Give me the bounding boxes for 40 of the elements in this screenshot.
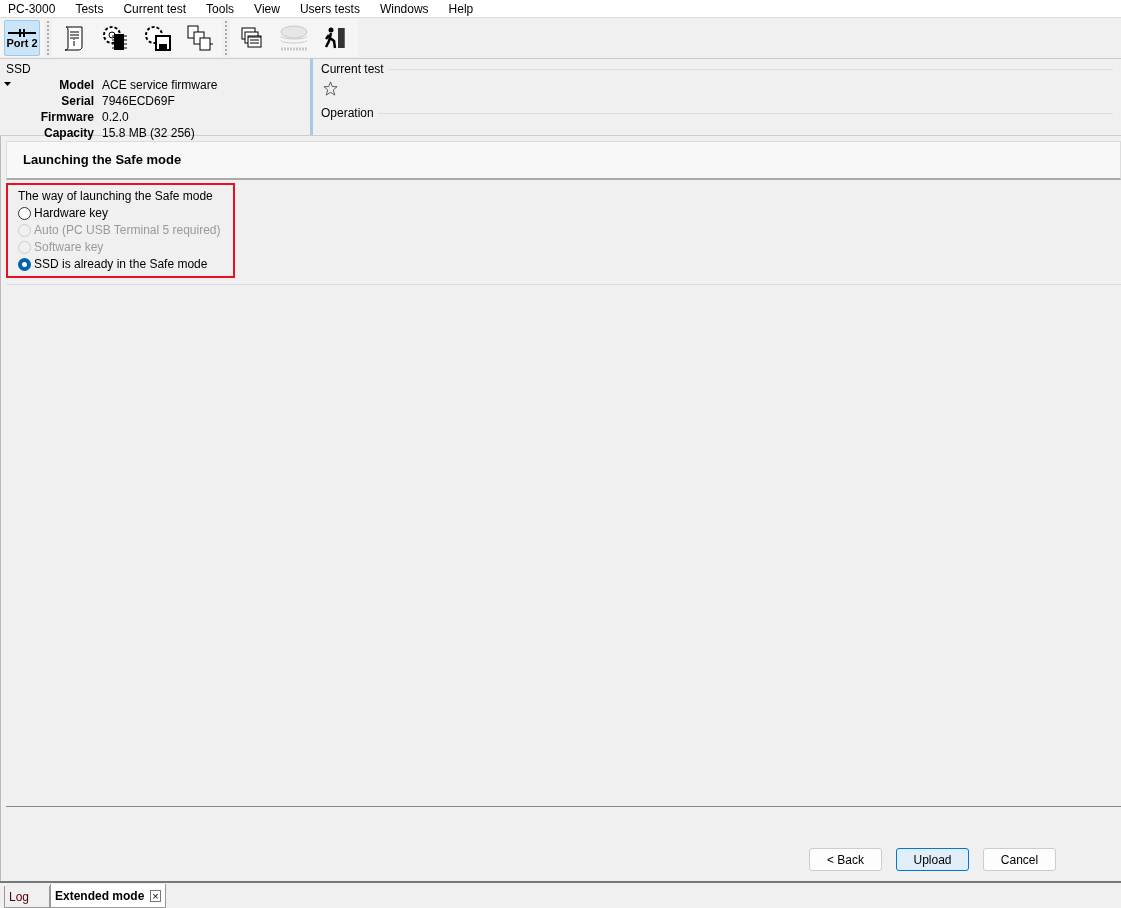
panel-title: SSD <box>6 61 32 78</box>
menu-item[interactable]: View <box>254 0 280 18</box>
field-label: Firmware <box>40 110 94 125</box>
gear-floppy-icon <box>143 24 173 52</box>
panel-title: Operation <box>321 105 374 122</box>
modules-icon <box>185 24 215 52</box>
connector-icon <box>7 27 37 38</box>
menu-item[interactable]: Help <box>448 0 474 18</box>
windows-icon <box>240 26 264 50</box>
menu-item[interactable]: PC-3000 <box>8 0 56 18</box>
radio-option: Software key <box>18 238 221 256</box>
radio-option: Auto (PC USB Terminal 5 required) <box>18 221 221 239</box>
star-icon <box>323 81 338 96</box>
menu-item[interactable]: Tests <box>75 0 104 18</box>
menu-item[interactable]: Windows <box>379 0 429 18</box>
walking-person-icon <box>324 25 348 51</box>
field-label: Serial <box>61 94 94 109</box>
wizard-button[interactable]: Upload <box>896 848 969 871</box>
wizard-title: Launching the Safe mode <box>6 141 1121 180</box>
radio-option[interactable]: Hardware key <box>18 204 221 222</box>
tab[interactable]: Extended mode × <box>50 884 166 908</box>
port-button[interactable]: Port 2 <box>4 20 40 56</box>
wizard-button[interactable]: < Back <box>809 848 882 871</box>
menu-item[interactable]: Current test <box>123 0 187 18</box>
panel-title: Current test <box>321 61 384 78</box>
field-value: 0.2.0 <box>102 110 130 125</box>
field-label: Capacity <box>43 126 94 141</box>
platters-icon <box>278 23 310 53</box>
close-button[interactable]: × <box>150 889 161 902</box>
field-value: 15.8 MB (32 256) <box>102 126 196 141</box>
field-value: ACE service firmware <box>102 78 219 93</box>
radio-option[interactable]: SSD is already in the Safe mode <box>18 255 221 273</box>
dropdown-caret-icon[interactable] <box>4 82 11 86</box>
menu-item[interactable]: Tools <box>206 0 235 18</box>
wizard-button[interactable]: Cancel <box>983 848 1056 871</box>
field-value: 7946ECD69F <box>102 94 176 109</box>
group-title: The way of launching the Safe mode <box>18 187 214 205</box>
menu-item[interactable]: Users tests <box>299 0 360 18</box>
field-label: Model <box>59 78 94 93</box>
tab[interactable]: Log <box>4 886 50 908</box>
